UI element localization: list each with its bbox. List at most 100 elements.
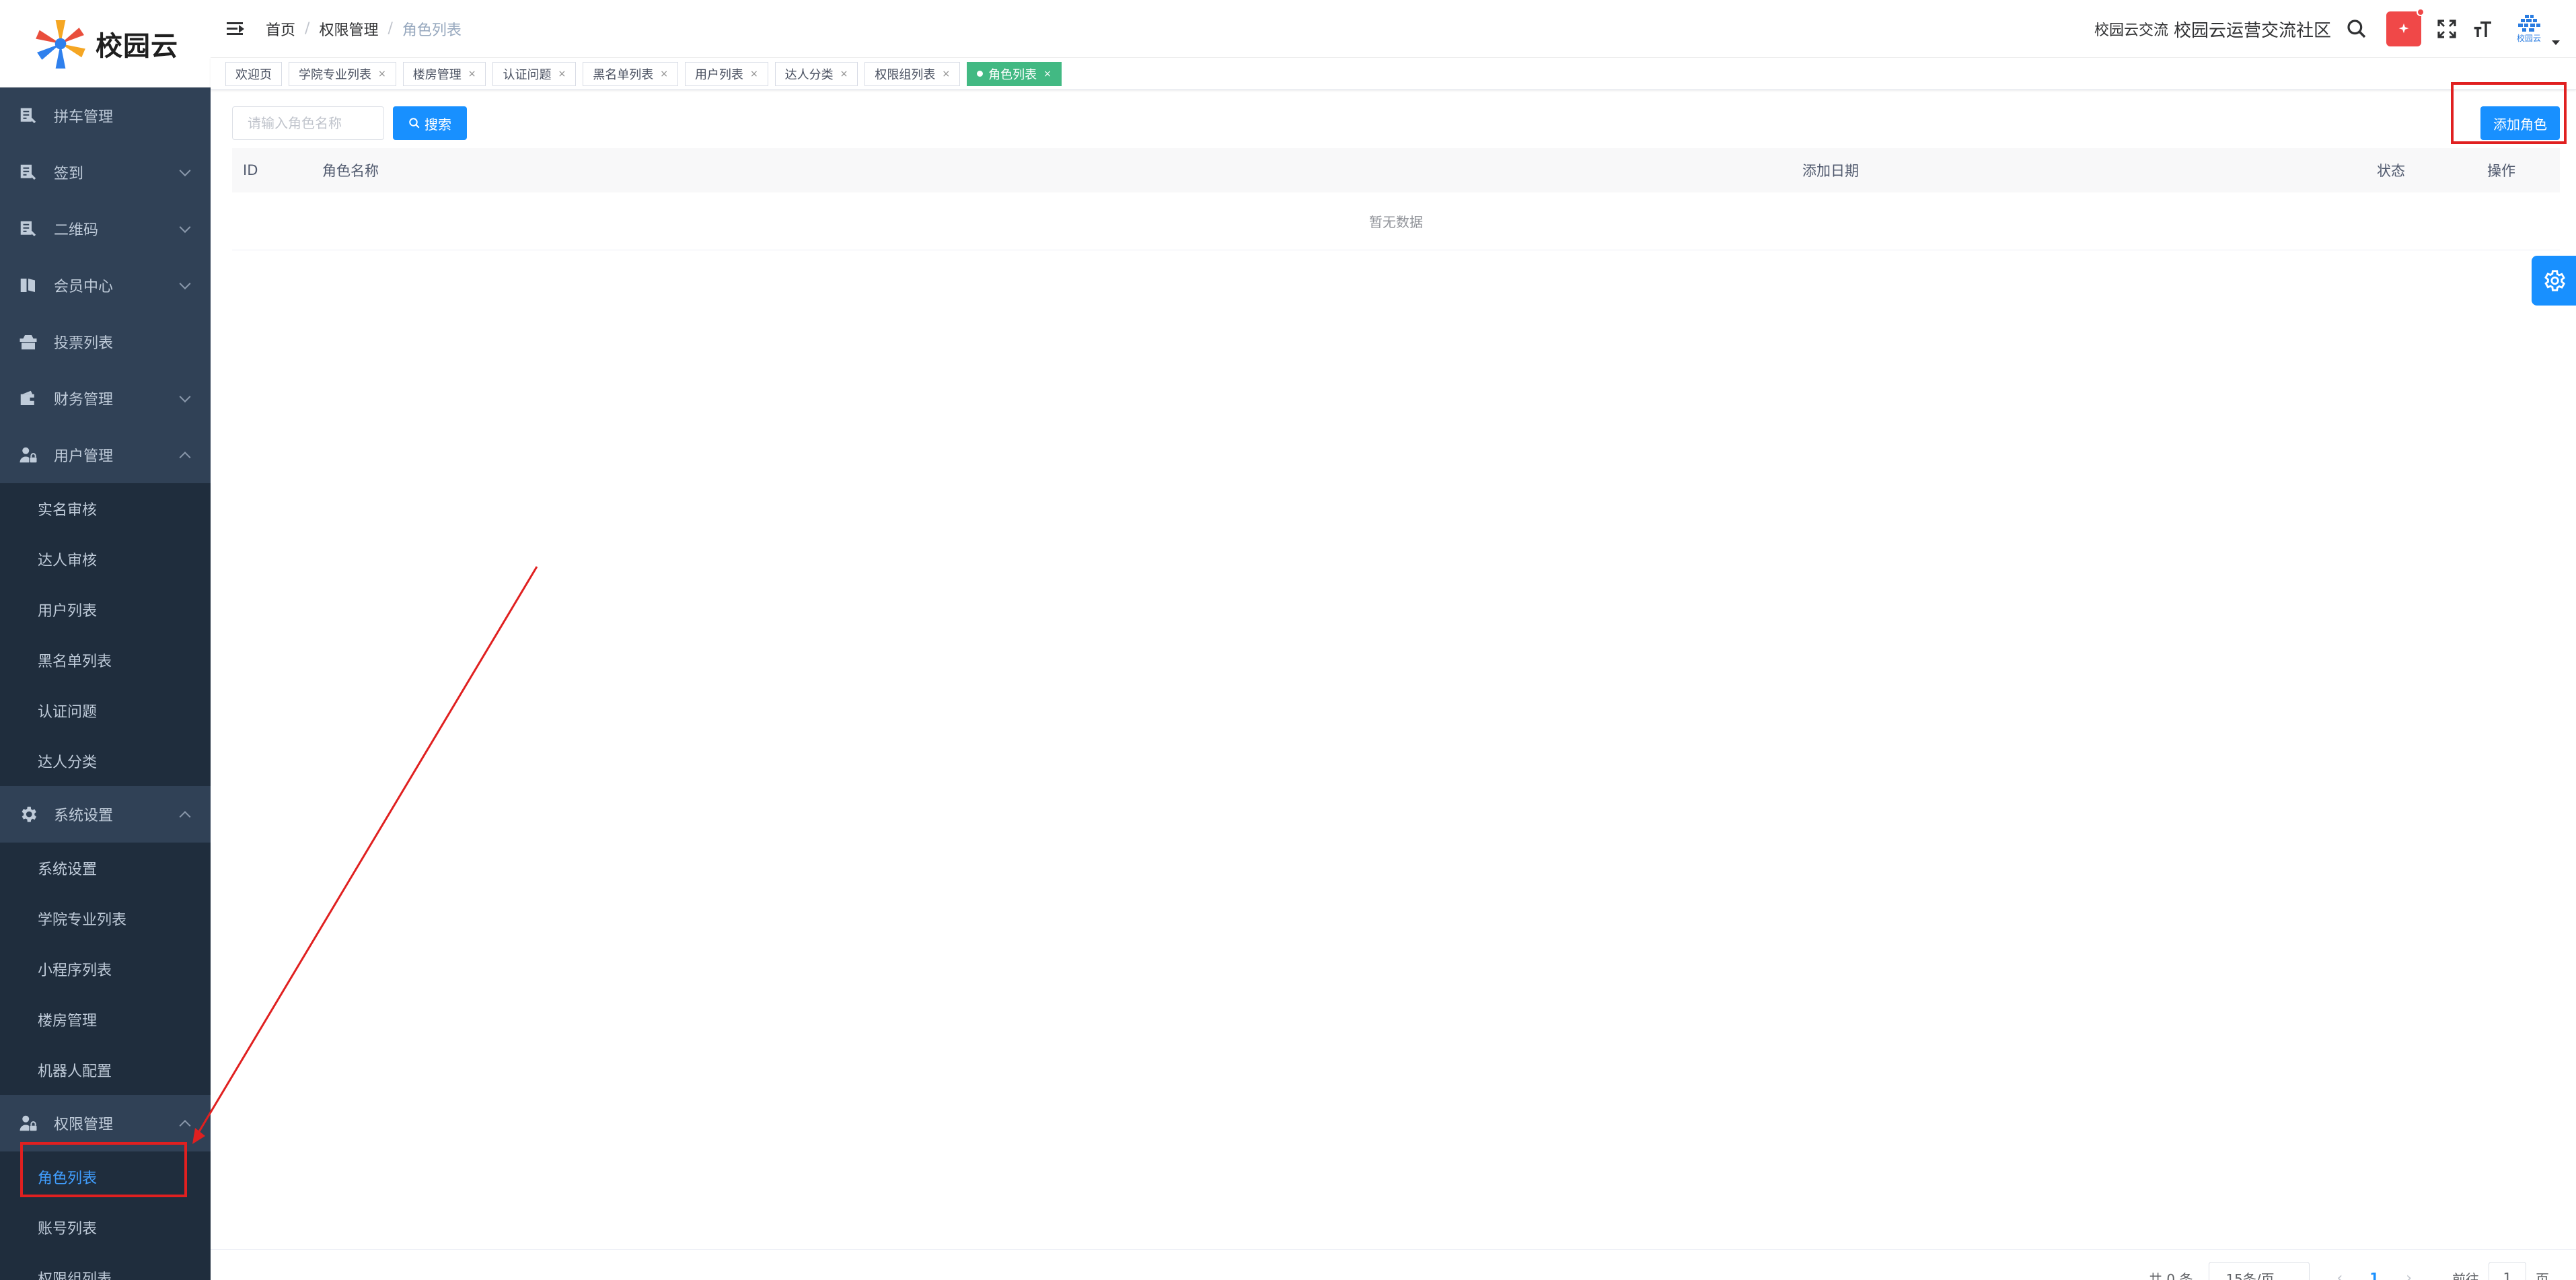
tab-tag-label: 学院专业列表 <box>299 67 371 82</box>
pagination: 共 0 条 15条/页 ‹ 1 › 前往 1 页 <box>2149 1258 2549 1280</box>
user-lock-icon <box>17 444 39 466</box>
close-icon[interactable]: × <box>378 69 386 79</box>
close-icon[interactable]: × <box>840 69 848 79</box>
chevron-up-icon <box>179 1120 191 1132</box>
sidebar-group-label: 拼车管理 <box>54 109 114 126</box>
pagination-current-page[interactable]: 1 <box>2369 1270 2379 1280</box>
tab-tag[interactable]: 权限组列表 × <box>864 61 961 86</box>
fullscreen-icon[interactable] <box>2436 18 2458 40</box>
sidebar-group-5[interactable]: 财务管理 <box>0 370 211 427</box>
close-icon[interactable]: × <box>942 69 950 79</box>
sidebar-item[interactable]: 实名审核 <box>0 483 211 534</box>
add-role-button[interactable]: 添加角色 <box>2480 106 2560 140</box>
avatar-caption: 校园云 <box>2516 33 2541 43</box>
search-button-label: 搜索 <box>425 116 451 133</box>
sidebar-group-label: 用户管理 <box>54 448 114 465</box>
sidebar-group-permission[interactable]: 权限管理 <box>0 1095 211 1151</box>
table-header: ID 角色名称 添加日期 状态 操作 <box>232 148 2560 192</box>
sidebar-group-label: 签到 <box>54 166 84 182</box>
close-icon[interactable]: × <box>1043 69 1052 79</box>
search-icon[interactable] <box>2346 18 2367 40</box>
notification-dot <box>2417 8 2425 16</box>
box-icon <box>17 331 39 353</box>
goto-page-input[interactable]: 1 <box>2489 1262 2526 1280</box>
sidebar-group-system[interactable]: 系统设置 <box>0 786 211 843</box>
font-size-icon[interactable] <box>2472 18 2494 40</box>
tab-tag[interactable]: 学院专业列表 × <box>289 61 396 86</box>
active-dot-icon <box>977 71 984 77</box>
sidebar-group-2[interactable]: 二维码 <box>0 201 211 257</box>
col-actions: 操作 <box>2487 163 2515 179</box>
community-small-link[interactable]: 校园云交流 <box>2094 18 2168 40</box>
close-icon[interactable]: × <box>558 69 566 79</box>
sidebar-item[interactable]: 机器人配置 <box>0 1044 211 1095</box>
theme-settings-button[interactable] <box>2532 256 2576 306</box>
next-page-icon[interactable]: › <box>2406 1270 2412 1280</box>
sidebar-item[interactable]: 用户列表 <box>0 584 211 635</box>
tab-tag-label: 欢迎页 <box>235 67 272 82</box>
sidebar-group-0[interactable]: 拼车管理 <box>0 87 211 144</box>
user-lock-icon <box>17 1112 39 1134</box>
chevron-down-icon <box>179 391 191 403</box>
sidebar-item[interactable]: 权限组列表 <box>0 1252 211 1280</box>
breadcrumb-home[interactable]: 首页 <box>266 18 295 40</box>
sidebar-item[interactable]: 达人分类 <box>0 736 211 786</box>
permission-submenu: 角色列表 账号列表 权限组列表 <box>0 1151 211 1280</box>
breadcrumb-current: 角色列表 <box>402 22 462 39</box>
table-empty-state: 暂无数据 <box>232 192 2560 250</box>
report-icon <box>17 105 39 127</box>
menu-toggle-icon[interactable] <box>227 21 246 37</box>
caret-down-icon <box>2552 40 2560 45</box>
chevron-down-icon <box>179 278 191 290</box>
sidebar-group-label: 财务管理 <box>54 392 114 408</box>
search-button[interactable]: 搜索 <box>393 106 467 140</box>
goto-suffix: 页 <box>2536 1271 2549 1280</box>
sidebar-item[interactable]: 黑名单列表 <box>0 635 211 685</box>
sidebar-group-6[interactable]: 用户管理 <box>0 427 211 483</box>
sidebar-group-4[interactable]: 投票列表 <box>0 314 211 370</box>
book-icon <box>17 275 39 296</box>
sidebar-item[interactable]: 账号列表 <box>0 1202 211 1252</box>
breadcrumb-permission[interactable]: 权限管理 <box>319 18 378 40</box>
sidebar-item[interactable]: 小程序列表 <box>0 944 211 994</box>
add-role-label: 添加角色 <box>2493 116 2547 133</box>
chevron-down-icon <box>179 221 191 234</box>
sidebar-item[interactable]: 楼房管理 <box>0 994 211 1044</box>
sidebar-item[interactable]: 认证问题 <box>0 685 211 736</box>
close-icon[interactable]: × <box>468 69 476 79</box>
tab-tag-label: 权限组列表 <box>875 67 936 82</box>
sidebar-group-1[interactable]: 签到 <box>0 144 211 201</box>
tab-tag[interactable]: 楼房管理 × <box>402 61 486 86</box>
brand-logo[interactable]: 校园云 <box>0 0 211 87</box>
sidebar-group-3[interactable]: 会员中心 <box>0 257 211 314</box>
tab-tag-label: 达人分类 <box>784 67 834 82</box>
tab-tag[interactable]: 认证问题 × <box>492 61 577 86</box>
chevron-up-icon <box>179 811 191 823</box>
community-link[interactable]: 校园云运营交流社区 <box>2174 17 2331 42</box>
close-icon[interactable]: × <box>660 69 668 79</box>
tab-tag[interactable]: 用户列表 × <box>684 61 768 86</box>
sidebar-group-label: 权限管理 <box>54 1116 114 1133</box>
gear-icon <box>17 804 39 825</box>
tab-tag[interactable]: 角色列表 × <box>967 61 1062 86</box>
breadcrumb: 首页 / 权限管理 / 角色列表 <box>266 18 462 40</box>
sidebar-item[interactable]: 系统设置 <box>0 843 211 893</box>
report-icon <box>17 162 39 183</box>
notification-button[interactable] <box>2386 8 2425 46</box>
col-role-name: 角色名称 <box>322 163 379 179</box>
tab-tag[interactable]: 欢迎页 <box>225 61 282 86</box>
sidebar-group-label: 系统设置 <box>54 808 114 824</box>
user-avatar-menu[interactable]: 校园云 <box>2510 10 2560 48</box>
sidebar: 校园云 拼车管理签到二维码会员中心 投票列表财务管理用户管理 实名审核 达人审核 用户… <box>0 0 211 1280</box>
sidebar-item[interactable]: 角色列表 <box>0 1151 211 1202</box>
close-icon[interactable]: × <box>750 69 758 79</box>
page-size-select[interactable]: 15条/页 <box>2209 1262 2310 1280</box>
tab-tag[interactable]: 达人分类 × <box>774 61 858 86</box>
sidebar-item[interactable]: 学院专业列表 <box>0 893 211 944</box>
sidebar-group-label: 二维码 <box>54 222 99 239</box>
prev-page-icon[interactable]: ‹ <box>2336 1270 2343 1280</box>
role-name-search-input[interactable] <box>232 106 384 140</box>
footer-bar: 共 0 条 15条/页 ‹ 1 › 前往 1 页 <box>211 1249 2576 1280</box>
tab-tag[interactable]: 黑名单列表 × <box>583 61 678 86</box>
sidebar-item[interactable]: 达人审核 <box>0 534 211 584</box>
